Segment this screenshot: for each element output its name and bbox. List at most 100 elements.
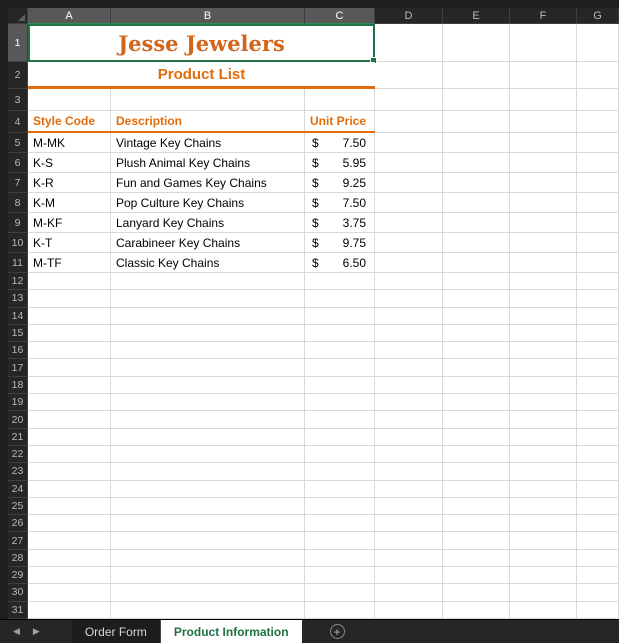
empty-cell[interactable] [28, 359, 111, 377]
cell-description[interactable]: Fun and Games Key Chains [111, 173, 305, 193]
empty-cell[interactable] [375, 411, 443, 429]
empty-cell[interactable] [375, 376, 443, 395]
empty-cell[interactable] [375, 173, 443, 193]
empty-cell[interactable] [443, 62, 510, 89]
empty-cell[interactable] [305, 549, 375, 568]
empty-cell[interactable] [577, 359, 619, 377]
row-header-1[interactable]: 1 [8, 24, 28, 62]
empty-cell[interactable] [111, 273, 305, 291]
row-header-4[interactable]: 4 [8, 111, 28, 133]
cell-description[interactable]: Pop Culture Key Chains [111, 193, 305, 213]
empty-cell[interactable] [510, 428, 577, 446]
row-header-23[interactable]: 23 [8, 463, 28, 481]
merged-cell-a2[interactable]: Product List [28, 62, 375, 89]
empty-cell[interactable] [577, 532, 619, 550]
empty-cell[interactable] [577, 111, 619, 133]
empty-cell[interactable] [510, 342, 577, 360]
empty-cell[interactable] [510, 24, 577, 62]
empty-cell[interactable] [28, 324, 111, 343]
empty-cell[interactable] [577, 173, 619, 193]
column-header-A[interactable]: A [28, 8, 111, 24]
empty-cell[interactable] [510, 133, 577, 153]
empty-cell[interactable] [111, 394, 305, 412]
column-header-G[interactable]: G [577, 8, 619, 24]
row-header-28[interactable]: 28 [8, 549, 28, 568]
empty-cell[interactable] [443, 584, 510, 602]
prev-sheet-button[interactable]: ◀ [13, 626, 20, 637]
empty-cell[interactable] [305, 307, 375, 325]
next-sheet-button[interactable]: ▶ [33, 626, 40, 637]
row-header-3[interactable]: 3 [8, 89, 28, 111]
empty-cell[interactable] [577, 307, 619, 325]
empty-cell[interactable] [510, 111, 577, 133]
empty-cell[interactable] [28, 290, 111, 308]
row-header-24[interactable]: 24 [8, 480, 28, 498]
empty-cell[interactable] [443, 359, 510, 377]
empty-cell[interactable] [375, 62, 443, 89]
column-header-C[interactable]: C [305, 8, 375, 24]
cell-description[interactable]: Vintage Key Chains [111, 133, 305, 153]
empty-cell[interactable] [510, 273, 577, 291]
empty-cell[interactable] [111, 463, 305, 481]
empty-cell[interactable] [111, 428, 305, 446]
row-header-2[interactable]: 2 [8, 62, 28, 89]
empty-cell[interactable] [305, 497, 375, 516]
cell-description[interactable]: Classic Key Chains [111, 253, 305, 273]
empty-cell[interactable] [510, 515, 577, 533]
row-header-27[interactable]: 27 [8, 532, 28, 550]
column-header-E[interactable]: E [443, 8, 510, 24]
empty-cell[interactable] [510, 394, 577, 412]
empty-cell[interactable] [375, 428, 443, 446]
empty-cell[interactable] [28, 89, 111, 111]
row-header-29[interactable]: 29 [8, 567, 28, 585]
empty-cell[interactable] [510, 213, 577, 233]
empty-cell[interactable] [443, 567, 510, 585]
empty-cell[interactable] [443, 601, 510, 619]
empty-cell[interactable] [510, 584, 577, 602]
empty-cell[interactable] [111, 480, 305, 498]
row-header-20[interactable]: 20 [8, 411, 28, 429]
cell-unit-price[interactable]: $9.25 [305, 173, 375, 193]
empty-cell[interactable] [577, 497, 619, 516]
empty-cell[interactable] [510, 359, 577, 377]
empty-cell[interactable] [510, 89, 577, 111]
selected-merged-cell-a1[interactable]: Jesse Jewelers [28, 24, 377, 64]
empty-cell[interactable] [577, 233, 619, 253]
empty-cell[interactable] [375, 193, 443, 213]
empty-cell[interactable] [375, 213, 443, 233]
empty-cell[interactable] [577, 394, 619, 412]
empty-cell[interactable] [577, 89, 619, 111]
empty-cell[interactable] [28, 584, 111, 602]
select-all-corner[interactable] [8, 8, 28, 24]
empty-cell[interactable] [375, 601, 443, 619]
empty-cell[interactable] [111, 411, 305, 429]
empty-cell[interactable] [305, 342, 375, 360]
empty-cell[interactable] [510, 233, 577, 253]
empty-cell[interactable] [28, 567, 111, 585]
empty-cell[interactable] [443, 532, 510, 550]
add-sheet-button[interactable]: + [329, 624, 345, 639]
empty-cell[interactable] [577, 463, 619, 481]
empty-cell[interactable] [28, 480, 111, 498]
empty-cell[interactable] [305, 584, 375, 602]
empty-cell[interactable] [28, 549, 111, 568]
empty-cell[interactable] [111, 549, 305, 568]
empty-cell[interactable] [111, 307, 305, 325]
empty-cell[interactable] [375, 133, 443, 153]
cell-unit-price[interactable]: $7.50 [305, 133, 375, 153]
empty-cell[interactable] [28, 601, 111, 619]
empty-cell[interactable] [305, 601, 375, 619]
empty-cell[interactable] [305, 532, 375, 550]
empty-cell[interactable] [443, 394, 510, 412]
empty-cell[interactable] [375, 307, 443, 325]
empty-cell[interactable] [111, 89, 305, 111]
empty-cell[interactable] [305, 463, 375, 481]
empty-cell[interactable] [28, 411, 111, 429]
empty-cell[interactable] [375, 324, 443, 343]
empty-cell[interactable] [510, 411, 577, 429]
empty-cell[interactable] [510, 173, 577, 193]
empty-cell[interactable] [28, 342, 111, 360]
empty-cell[interactable] [577, 584, 619, 602]
column-header-D[interactable]: D [375, 8, 443, 24]
empty-cell[interactable] [510, 445, 577, 464]
